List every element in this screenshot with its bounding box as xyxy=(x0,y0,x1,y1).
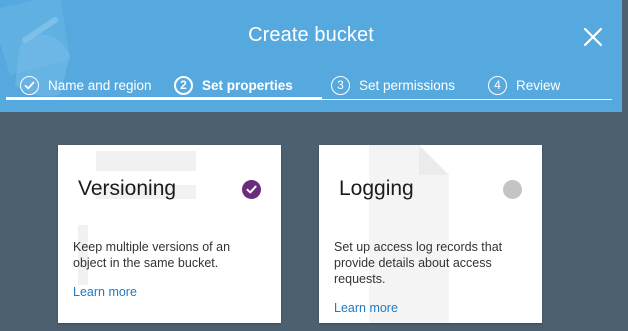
card-title: Versioning xyxy=(78,177,177,200)
step-review[interactable]: 4 Review xyxy=(488,70,560,100)
check-circle-icon[interactable] xyxy=(242,180,261,199)
step-name-and-region[interactable]: Name and region xyxy=(20,70,152,100)
step-number: 2 xyxy=(174,75,193,95)
card-description: Keep multiple versions of an object in t… xyxy=(73,240,231,270)
step-set-properties[interactable]: 2 Set properties xyxy=(174,70,293,100)
modal-header: Create bucket Name and region 2 Set prop… xyxy=(0,0,622,112)
step-label: Name and region xyxy=(48,77,152,93)
step-number: 3 xyxy=(331,75,350,95)
logging-card[interactable]: Logging Set up access log records that p… xyxy=(319,145,542,323)
step-label: Set permissions xyxy=(359,77,456,93)
card-title: Logging xyxy=(339,177,414,200)
modal-backdrop: Create bucket Name and region 2 Set prop… xyxy=(0,0,628,331)
step-label: Set properties xyxy=(202,77,293,93)
learn-more-link[interactable]: Learn more xyxy=(73,285,137,299)
disabled-circle-icon[interactable] xyxy=(503,180,522,199)
step-number: 4 xyxy=(488,75,507,95)
card-description: Set up access log records that provide d… xyxy=(334,240,503,286)
close-icon[interactable] xyxy=(582,26,604,48)
wizard-steps: Name and region 2 Set properties 3 Set p… xyxy=(6,70,612,100)
document-watermark-icon xyxy=(369,145,449,323)
step-set-permissions[interactable]: 3 Set permissions xyxy=(331,70,455,100)
learn-more-link[interactable]: Learn more xyxy=(334,301,398,315)
dialog-title: Create bucket xyxy=(248,24,374,46)
check-icon xyxy=(20,75,39,95)
versioning-card[interactable]: Versioning Keep multiple versions of an … xyxy=(58,145,281,323)
step-label: Review xyxy=(516,77,561,93)
